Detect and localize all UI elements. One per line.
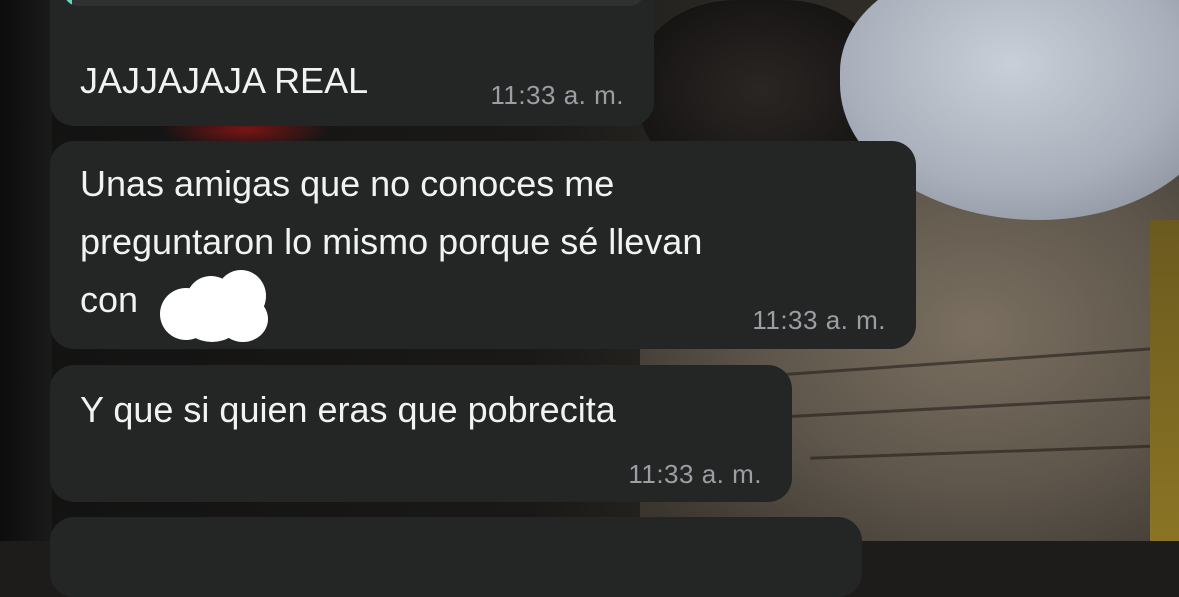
reply-quote[interactable]: [64, 0, 644, 6]
wallpaper-yellow-pole: [1150, 220, 1179, 541]
message-bubble[interactable]: [50, 517, 862, 597]
message-timestamp: 11:33 a. m.: [490, 80, 624, 110]
message-text: Y que si quien eras que pobrecita: [80, 389, 616, 430]
message-timestamp: 11:33 a. m.: [752, 305, 886, 335]
redaction-scribble: [160, 270, 270, 342]
message-timestamp: 11:33 a. m.: [628, 459, 762, 489]
message-bubble[interactable]: JAJJAJAJA REAL 11:33 a. m.: [50, 0, 654, 126]
reply-quote-accent-bar: [64, 0, 72, 6]
message-bubble[interactable]: Y que si quien eras que pobrecita 11:33 …: [50, 365, 792, 502]
wallpaper-shadow: [0, 0, 52, 541]
message-text: JAJJAJAJA REAL: [80, 60, 369, 101]
